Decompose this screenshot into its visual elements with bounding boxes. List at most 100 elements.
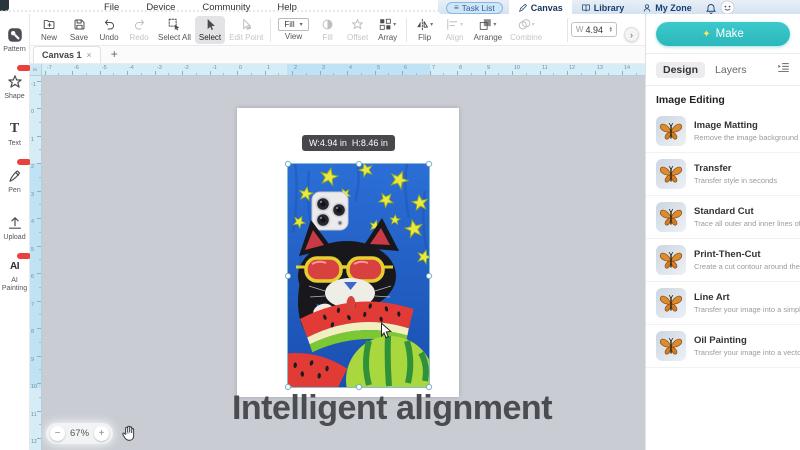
canvas-tab[interactable]: Canvas 1 × xyxy=(33,46,101,63)
panel-item-text: Standard CutTrace all outer and inner li… xyxy=(694,206,800,228)
toolbar-button-save[interactable]: Save xyxy=(64,16,94,44)
toolbar-button-label: View xyxy=(285,32,302,41)
panel-item-transfer[interactable]: TransferTransfer style in seconds xyxy=(646,153,800,196)
arrange-icon: ▾ xyxy=(479,18,496,32)
ruler-tick xyxy=(37,163,41,164)
width-field[interactable]: W ▴▾ xyxy=(571,22,617,37)
ruler-highlight xyxy=(287,64,430,76)
panel-tab-design[interactable]: Design xyxy=(656,62,705,78)
make-button-label: Make xyxy=(716,28,744,40)
ruler-tick xyxy=(37,438,41,439)
ruler-tick xyxy=(210,71,211,75)
ruler-label: 8 xyxy=(459,65,462,70)
ruler-tick xyxy=(37,328,41,329)
ruler-tick xyxy=(278,73,279,75)
toolbar-button-undo[interactable]: Undo xyxy=(94,16,124,44)
ruler-tick xyxy=(265,71,266,75)
ruler-tick xyxy=(37,301,41,302)
ruler-tick xyxy=(471,73,472,75)
stepper-icon[interactable]: ▴▾ xyxy=(609,27,612,33)
edit-point-icon xyxy=(240,18,253,32)
ruler-tick xyxy=(512,71,513,75)
ruler-tick xyxy=(636,73,637,75)
tab-canvas[interactable]: Canvas xyxy=(509,0,572,15)
ruler-tick xyxy=(416,73,417,75)
sidebar-item-label: Pen xyxy=(0,187,30,195)
new-badge xyxy=(17,253,31,259)
flip-icon: ▾ xyxy=(416,18,433,32)
toolbar-button-label: Offset xyxy=(347,33,368,42)
ruler-tick xyxy=(595,71,596,75)
toolbar-separator xyxy=(270,18,271,42)
toolbar-button-arrange[interactable]: ▾Arrange xyxy=(470,16,506,44)
menu-help[interactable]: Help xyxy=(277,2,297,13)
redo-icon xyxy=(133,18,146,32)
view-mode-select[interactable]: Fill▾ xyxy=(278,18,308,31)
ruler-tick xyxy=(39,204,41,205)
fill-icon xyxy=(321,18,334,32)
sidebar-item-text[interactable]: TText xyxy=(0,112,30,156)
make-button[interactable]: ✦ Make xyxy=(656,22,790,46)
expand-toolbar-button[interactable]: › xyxy=(624,27,639,42)
ruler-tick xyxy=(37,246,41,247)
collapse-panel-icon[interactable] xyxy=(777,61,790,79)
ruler-label: 3 xyxy=(31,192,34,197)
panel-item-title: Print-Then-Cut xyxy=(694,249,800,260)
toolbar-button-flip[interactable]: ▾Flip xyxy=(410,16,440,44)
sidebar-item-shape[interactable]: Shape xyxy=(0,65,30,109)
cat-watermelon-artwork[interactable] xyxy=(287,163,430,388)
toolbar-button-label: Redo xyxy=(129,33,148,42)
tab-my-zone[interactable]: My Zone xyxy=(633,0,701,15)
ruler-label: 13 xyxy=(597,65,603,70)
size-tooltip: W:4.94 in H:8.46 in xyxy=(302,135,395,151)
workspace-tabs: Canvas LibraryMy Zone xyxy=(509,0,701,15)
toolbar-button-select-all[interactable]: Select All xyxy=(154,16,195,44)
width-input[interactable] xyxy=(585,25,607,35)
notification-bell-icon[interactable] xyxy=(705,2,717,14)
zoom-out-button[interactable]: − xyxy=(50,426,65,441)
sidebar-item-pattern[interactable]: Pattern xyxy=(0,18,30,62)
ruler-tick xyxy=(320,71,321,75)
tab-label: Canvas xyxy=(531,3,563,13)
toolbar-button-edit-point: Edit Point xyxy=(225,16,267,44)
panel-item-title: Line Art xyxy=(694,292,800,303)
menu-file[interactable]: File xyxy=(104,2,119,13)
close-tab-icon[interactable]: × xyxy=(87,50,92,60)
library-book-icon xyxy=(581,3,591,13)
ruler-tick xyxy=(553,73,554,75)
toolbar-button-view[interactable]: Fill▾View xyxy=(274,16,312,44)
toolbar-button-new[interactable]: New xyxy=(34,16,64,44)
pointer-icon xyxy=(204,18,217,32)
toolbar-button-fill: Fill xyxy=(313,16,343,44)
zoom-in-button[interactable]: + xyxy=(94,426,109,441)
panel-tab-layers[interactable]: Layers xyxy=(715,64,747,76)
ruler-label: 7 xyxy=(432,65,435,70)
sidebar-item-label: AI Painting xyxy=(0,277,30,292)
panel-item-standard-cut[interactable]: Standard CutTrace all outer and inner li… xyxy=(646,196,800,239)
sidebar-item-pen[interactable]: Pen xyxy=(0,159,30,203)
add-canvas-button[interactable]: + xyxy=(111,48,118,60)
panel-item-line-art[interactable]: Line ArtTransfer your image into a simpl… xyxy=(646,282,800,325)
menu-device[interactable]: Device xyxy=(146,2,175,13)
panel-item-print-then-cut[interactable]: Print-Then-CutCreate a cut contour aroun… xyxy=(646,239,800,282)
ruler-unit: in xyxy=(30,64,42,76)
ruler-label: -1 xyxy=(31,82,36,87)
ruler-label: 2 xyxy=(31,164,34,169)
tab-library[interactable]: Library xyxy=(572,0,634,15)
task-list-button[interactable]: ≡ Task List xyxy=(446,2,503,14)
sidebar-item-upload[interactable]: Upload xyxy=(0,206,30,250)
ruler-label: -7 xyxy=(47,65,52,70)
toolbar-button-select[interactable]: Select xyxy=(195,16,225,44)
user-avatar[interactable] xyxy=(720,0,735,15)
sidebar-item-label: Upload xyxy=(0,234,30,242)
menu-community[interactable]: Community xyxy=(202,2,250,13)
panel-item-image-matting[interactable]: Image MattingRemove the image background… xyxy=(646,110,800,153)
ruler-label: 6 xyxy=(404,65,407,70)
sidebar-item-ai-painting[interactable]: AIAI Painting xyxy=(0,253,30,297)
ruler-label: 9 xyxy=(31,357,34,362)
ruler-label: 12 xyxy=(31,439,37,444)
toolbar-button-array[interactable]: ▾Array xyxy=(373,16,403,44)
panel-item-oil-painting[interactable]: Oil PaintingTransfer your image into a v… xyxy=(646,325,800,368)
text-icon: T xyxy=(10,121,19,138)
ruler-tick xyxy=(567,71,568,75)
